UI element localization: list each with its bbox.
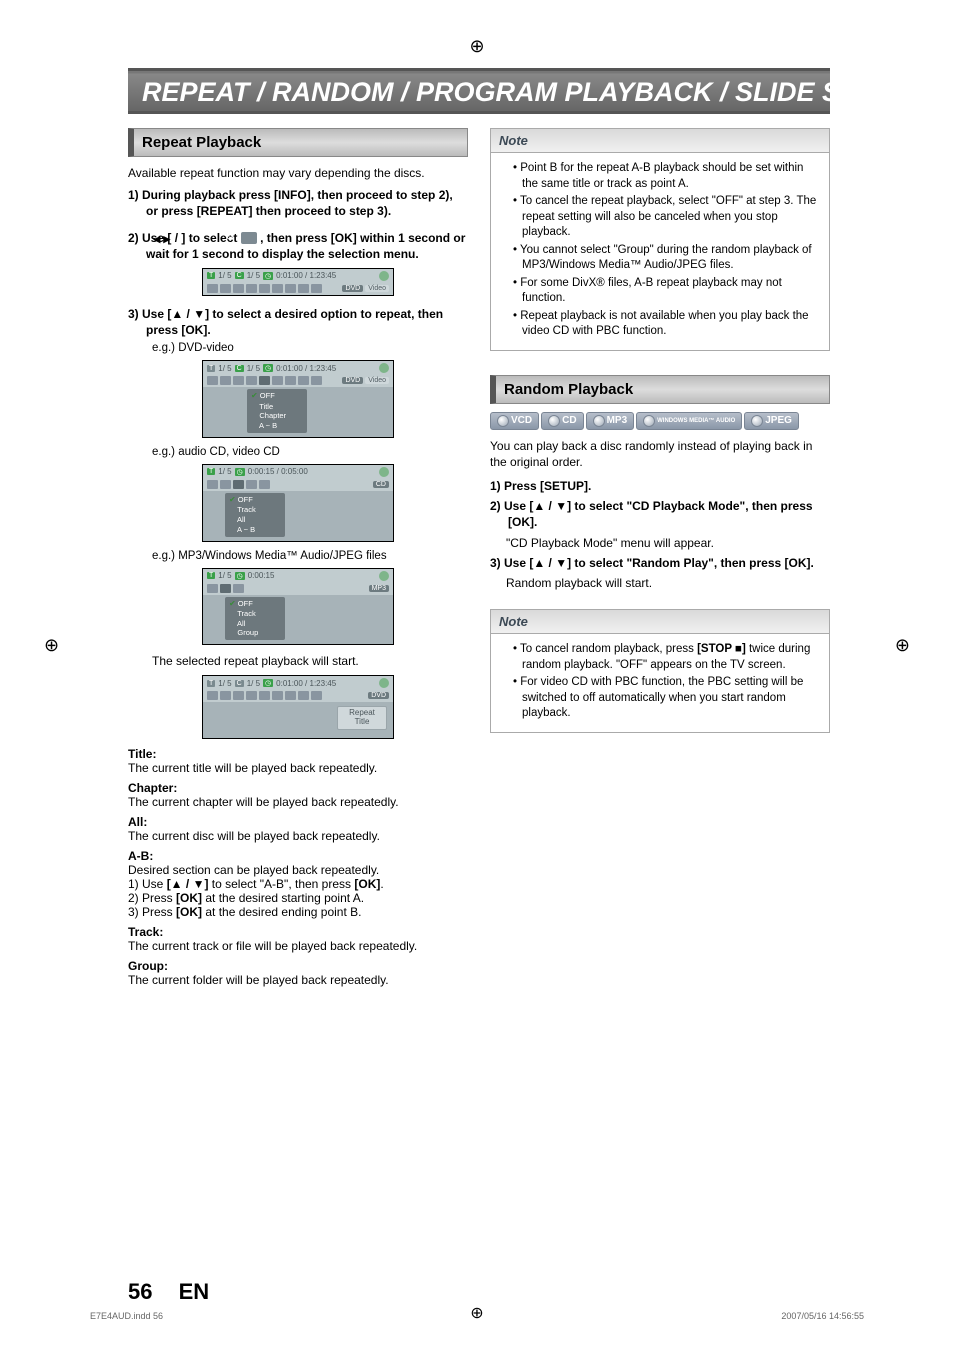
register-mark-bottom-icon: ⊕ [470, 1303, 483, 1323]
page-number: 56 [128, 1279, 152, 1304]
clock-icon: ◷ [235, 572, 245, 580]
osd-shot-dvd-menu: T 1/ 5 C 1/ 5 ◷ 0:01:00 / 1:23:45 DVD Vi… [202, 360, 394, 438]
osd-shot-repeat-title: T 1/ 5 C 1/ 5 ◷ 0:01:00 / 1:23:45 DVD Re… [202, 675, 394, 739]
register-mark-left-icon: ⊕ [44, 635, 59, 656]
repeat-icon [241, 232, 257, 244]
random-step-3-follow: Random playback will start. [490, 575, 830, 591]
note-heading-2: Note [490, 609, 830, 633]
def-ab-2: 2) Press [OK] at the desired starting po… [128, 891, 468, 905]
osd-shot-dvd-infobar: T 1/ 5 C 1/ 5 ◷ 0:01:00 / 1:23:45 DVD Vi… [202, 268, 394, 296]
def-ab-b: Desired section can be played back repea… [128, 863, 468, 877]
eg-label-cd: e.g.) audio CD, video CD [128, 446, 468, 458]
note-body-1: Point B for the repeat A-B playback shou… [490, 152, 830, 351]
random-step-1: 1) Press [SETUP]. [490, 478, 830, 494]
clock-icon: ◷ [263, 272, 273, 280]
note1-item: Point B for the repeat A-B playback shou… [513, 161, 819, 192]
def-track-b: The current track or file will be played… [128, 939, 468, 953]
note1-item: Repeat playback is not available when yo… [513, 309, 819, 340]
disc-icon [593, 415, 605, 427]
clock-icon: ◷ [263, 679, 273, 687]
format-jpeg: JPEG [744, 412, 799, 430]
repeat-status-label: Repeat Title [337, 706, 387, 730]
repeat-options-dvd: ✔ OFF ✔ Title ✔ Chapter ✔ A ~ B [247, 389, 307, 433]
random-step-3: 3) Use [▲ / ▼] to select "Random Play", … [490, 555, 830, 571]
note-body-2: To cancel random playback, press [STOP ■… [490, 633, 830, 733]
note1-item: You cannot select "Group" during the ran… [513, 243, 819, 274]
note2-item: For video CD with PBC function, the PBC … [513, 675, 819, 722]
tag-mp3: MP3 [369, 585, 389, 592]
format-cd: CD [541, 412, 583, 430]
time-readout: 0:01:00 / 1:23:45 [276, 271, 336, 280]
repeat-playback-heading: Repeat Playback [128, 128, 468, 157]
repeat-options-mp3: ✔ OFF ✔ Track ✔ All ✔ Group [225, 597, 285, 641]
step-3: 3) Use [▲ / ▼] to select a desired optio… [128, 306, 468, 338]
page-footer: 56 EN [128, 1279, 209, 1305]
clock-icon: ◷ [263, 364, 273, 372]
random-step-2-follow: "CD Playback Mode" menu will appear. [490, 535, 830, 551]
format-strip: VCD CD MP3 WINDOWS MEDIA™ AUDIO JPEG [490, 412, 830, 430]
tag-cd: CD [373, 481, 389, 488]
register-mark-right-icon: ⊕ [895, 635, 910, 656]
def-ab-h: A-B: [128, 849, 468, 863]
page-lang: EN [179, 1279, 210, 1304]
format-wma: WINDOWS MEDIA™ AUDIO [636, 412, 742, 430]
tag-dvd: DVD [342, 285, 363, 292]
eg-label-dvd: e.g.) DVD-video [128, 342, 468, 354]
disc-icon [643, 415, 655, 427]
def-track-h: Track: [128, 925, 468, 939]
random-step-2: 2) Use [▲ / ▼] to select "CD Playback Mo… [490, 498, 830, 530]
clock-icon: ◷ [235, 468, 245, 476]
status-dot [379, 271, 389, 281]
def-ab-1: 1) Use [▲ / ▼] to select "A-B", then pre… [128, 877, 468, 891]
format-vcd: VCD [490, 412, 539, 430]
random-intro: You can play back a disc randomly instea… [490, 438, 830, 470]
def-title-b: The current title will be played back re… [128, 761, 468, 775]
osd-shot-mp3-menu: T 1/ 5 ◷ 0:00:15 MP3 ✔ OFF ✔ Track ✔ All… [202, 568, 394, 646]
tag-video: Video [365, 285, 389, 292]
note1-item: To cancel the repeat playback, select "O… [513, 194, 819, 241]
def-ab-3: 3) Press [OK] at the desired ending poin… [128, 905, 468, 919]
repeat-intro: Available repeat function may vary depen… [128, 165, 468, 181]
chip-c: C [235, 272, 244, 279]
chip-title-count: 1/ 5 [218, 271, 231, 280]
chip-t: T [207, 365, 215, 372]
note2-item: To cancel random playback, press [STOP ■… [513, 642, 819, 673]
def-group-b: The current folder will be played back r… [128, 973, 468, 987]
repeat-options-cd: ✔ OFF ✔ Track ✔ All ✔ A ~ B [225, 493, 285, 537]
def-all-b: The current disc will be played back rep… [128, 829, 468, 843]
def-group-h: Group: [128, 959, 468, 973]
def-chapter-b: The current chapter will be played back … [128, 795, 468, 809]
format-mp3: MP3 [586, 412, 635, 430]
print-footer-left: E7E4AUD.indd 56 [90, 1311, 163, 1321]
eg-label-mp3: e.g.) MP3/Windows Media™ Audio/JPEG file… [128, 550, 468, 562]
disc-icon [751, 415, 763, 427]
def-all-h: All: [128, 815, 468, 829]
step-1: 1) During playback press [INFO], then pr… [128, 187, 468, 219]
osd-shot-cd-menu: T 1/ 5 ◷ 0:00:15 / 0:05:00 CD ✔ OFF ✔ Tr… [202, 464, 394, 542]
selected-start: The selected repeat playback will start. [128, 653, 468, 669]
def-chapter-h: Chapter: [128, 781, 468, 795]
def-title-h: Title: [128, 747, 468, 761]
note1-item: For some DivX® files, A-B repeat playbac… [513, 276, 819, 307]
chip-chapter-count: 1/ 5 [247, 271, 260, 280]
chip-t: T [207, 272, 215, 279]
disc-icon [497, 415, 509, 427]
note-heading-1: Note [490, 128, 830, 152]
random-playback-heading: Random Playback [490, 375, 830, 404]
print-footer-right: 2007/05/16 14:56:55 [781, 1311, 864, 1321]
page-title-banner: REPEAT / RANDOM / PROGRAM PLAYBACK / SLI… [128, 68, 830, 114]
register-mark-icon: ⊕ [469, 36, 484, 57]
icon-row: DVD Video [203, 282, 393, 295]
step-2: 2) Use [◀ / ▶] to select , then press [O… [128, 230, 468, 262]
disc-icon [548, 415, 560, 427]
